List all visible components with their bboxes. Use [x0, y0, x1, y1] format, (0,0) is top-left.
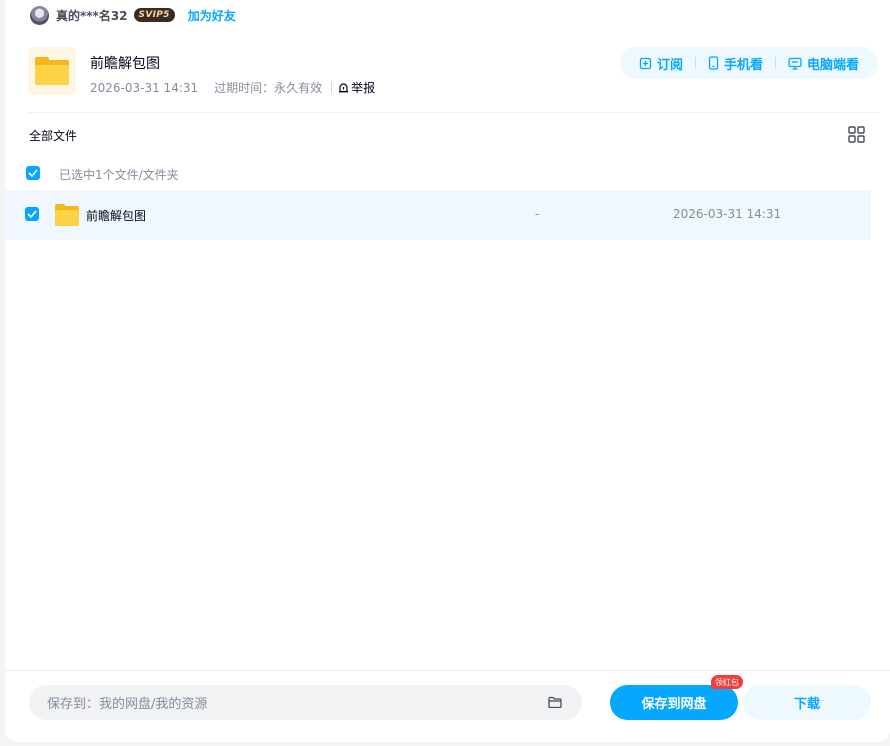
breadcrumb[interactable]: 全部文件 — [29, 127, 77, 144]
mobile-view-label: 手机看 — [723, 57, 763, 73]
expire-value: 永久有效 — [274, 81, 323, 95]
report-label: 举报 — [351, 81, 376, 95]
footer-bar: 保存到： 我的网盘/我的资源 保存到网盘 领红包 下载 — [5, 670, 890, 742]
share-card: 真的***名32 SVIP5 加为好友 前瞻解包图 2026-03-31 14:… — [5, 0, 890, 742]
save-to-drive-button[interactable]: 保存到网盘 — [610, 685, 738, 720]
red-packet-badge: 领红包 — [711, 675, 743, 689]
save-path-selector[interactable]: 保存到： 我的网盘/我的资源 — [29, 685, 582, 720]
file-title: 前瞻解包图 — [90, 56, 160, 72]
mobile-view-button[interactable]: 手机看 — [708, 54, 763, 73]
grid-view-icon[interactable] — [848, 126, 865, 143]
row-file-size: - — [535, 207, 540, 221]
checkmark-icon — [27, 210, 37, 218]
select-all-checkbox[interactable] — [26, 166, 40, 180]
action-divider — [775, 57, 776, 69]
header-divider — [28, 112, 878, 113]
row-file-date: 2026-03-31 14:31 — [673, 207, 782, 221]
folder-icon — [28, 47, 76, 95]
report-button[interactable]: 举报 — [338, 79, 375, 96]
folder-picker-icon[interactable] — [548, 696, 562, 708]
checkmark-icon — [28, 169, 38, 177]
desktop-view-label: 电脑端看 — [807, 57, 860, 73]
save-path-value: 我的网盘/我的资源 — [99, 697, 208, 712]
table-row[interactable]: 前瞻解包图 - 2026-03-31 14:31 — [5, 190, 871, 240]
subscribe-label: 订阅 — [656, 57, 683, 73]
file-header: 前瞻解包图 2026-03-31 14:31 过期时间： 永久有效 举报 订阅 … — [28, 47, 878, 95]
share-date: 2026-03-31 14:31 — [90, 80, 199, 95]
avatar[interactable] — [30, 5, 49, 25]
download-button[interactable]: 下载 — [743, 685, 871, 720]
phone-icon — [708, 56, 719, 70]
row-file-name[interactable]: 前瞻解包图 — [86, 207, 146, 224]
expire-label: 过期时间： — [214, 81, 275, 95]
meta-divider — [331, 82, 333, 93]
save-path-label: 保存到： — [47, 697, 100, 712]
folder-icon — [55, 204, 79, 226]
subscribe-button[interactable]: 订阅 — [639, 54, 683, 73]
subscribe-icon — [639, 57, 652, 69]
add-friend-link[interactable]: 加为好友 — [188, 7, 236, 24]
action-divider — [694, 57, 696, 69]
file-meta: 2026-03-31 14:31 过期时间： 永久有效 举报 — [90, 79, 375, 96]
desktop-view-button[interactable]: 电脑端看 — [788, 54, 859, 73]
sharer-name[interactable]: 真的***名32 — [56, 7, 128, 24]
row-checkbox[interactable] — [25, 207, 39, 221]
monitor-icon — [788, 57, 802, 70]
vip-badge: SVIP5 — [133, 8, 175, 22]
selection-status: 已选中1个文件/文件夹 — [59, 168, 179, 182]
view-actions: 订阅 手机看 电脑端看 — [620, 47, 878, 79]
sharer-info: 真的***名32 SVIP5 加为好友 — [30, 5, 236, 25]
report-icon — [339, 83, 349, 93]
